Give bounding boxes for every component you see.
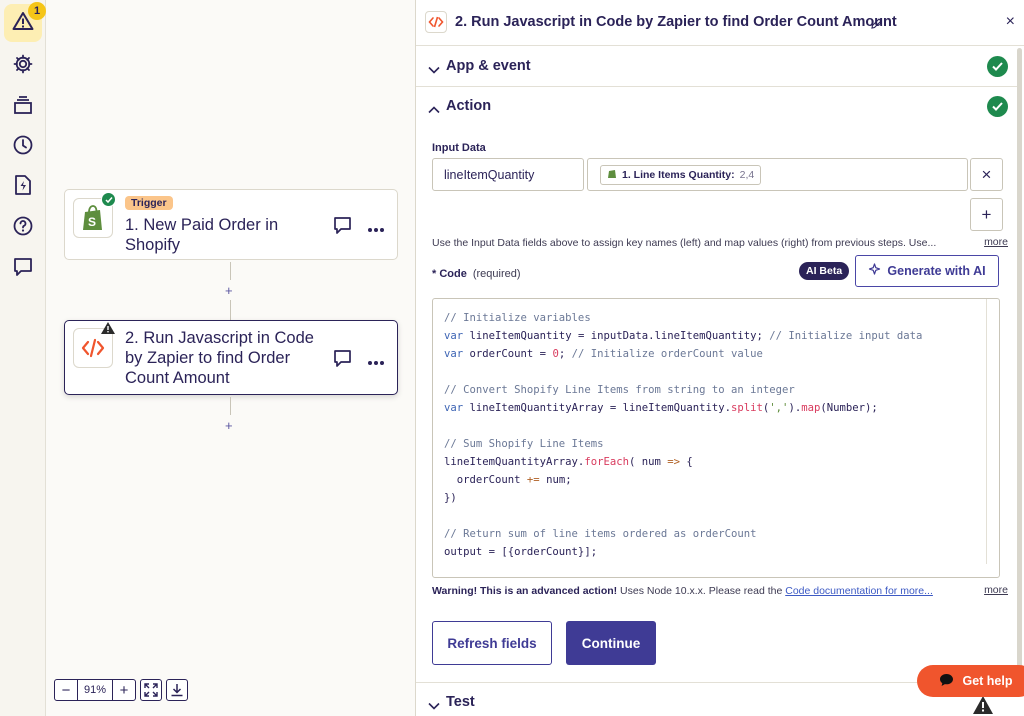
success-check-icon xyxy=(987,96,1008,117)
trigger-step-card[interactable]: S Trigger 1. New Paid Order in Shopify xyxy=(64,189,398,260)
remove-field-button[interactable]: × xyxy=(970,158,1003,191)
sparkle-icon xyxy=(868,263,881,279)
step-title: 2. Run Javascript in Code by Zapier to f… xyxy=(125,329,314,387)
input-data-label: Input Data xyxy=(432,142,486,154)
trigger-pill: Trigger xyxy=(125,196,173,210)
chat-bubble-icon xyxy=(939,673,954,690)
code-documentation-link[interactable]: Code documentation for more... xyxy=(785,585,933,597)
comments-button[interactable] xyxy=(4,250,42,288)
add-step-button[interactable]: + xyxy=(225,418,233,433)
success-check-icon xyxy=(101,192,116,207)
section-label: Action xyxy=(446,98,492,114)
help-button[interactable] xyxy=(4,209,42,247)
chevron-down-icon xyxy=(428,697,440,715)
panel-header: 2. Run Javascript in Code by Zapier to f… xyxy=(416,0,1024,46)
chip-label: 1. Line Items Quantity: xyxy=(622,169,735,181)
connector-line xyxy=(230,262,231,280)
refresh-fields-button[interactable]: Refresh fields xyxy=(432,621,552,665)
clock-icon xyxy=(12,134,34,161)
code-step-card[interactable]: 2. Run Javascript in Code by Zapier to f… xyxy=(64,320,398,395)
connector-line xyxy=(230,397,231,415)
expand-icon xyxy=(144,683,158,697)
panel-scrollbar[interactable] xyxy=(1017,48,1022,668)
comment-icon[interactable] xyxy=(333,216,353,241)
code-editor[interactable]: // Initialize variables var lineItemQuan… xyxy=(432,298,1000,578)
section-app-event[interactable]: App & event xyxy=(416,47,1018,87)
zoom-in-button[interactable]: + xyxy=(113,680,135,700)
step-title: 1. New Paid Order in Shopify xyxy=(125,216,279,254)
zoom-out-button[interactable]: − xyxy=(55,680,77,700)
zoom-controls: − 91% + xyxy=(54,679,188,701)
zap-file-icon xyxy=(13,174,33,201)
more-options-icon[interactable] xyxy=(367,353,385,371)
chevron-up-icon xyxy=(428,101,440,119)
svg-text:S: S xyxy=(88,215,96,229)
code-editor-scrollbar[interactable] xyxy=(986,299,999,564)
fit-to-view-button[interactable] xyxy=(140,679,162,701)
more-options-icon[interactable] xyxy=(367,220,385,238)
warning-icon xyxy=(972,695,994,716)
warning-icon xyxy=(100,321,116,340)
code-field-label: * Code (required) xyxy=(432,268,521,280)
comment-icon[interactable] xyxy=(333,349,353,374)
shopify-app-icon xyxy=(607,168,617,182)
ai-beta-badge: AI Beta xyxy=(799,262,850,280)
advanced-action-warning: Warning! This is an advanced action! Use… xyxy=(432,585,933,597)
chevron-down-icon xyxy=(428,61,440,79)
versions-button[interactable] xyxy=(4,88,42,126)
section-label: Test xyxy=(446,694,475,710)
zoom-level: 91% xyxy=(77,680,113,700)
more-link[interactable]: more xyxy=(984,236,1008,248)
chip-value: 2,4 xyxy=(739,169,755,181)
layers-icon xyxy=(12,95,34,120)
panel-title[interactable]: 2. Run Javascript in Code by Zapier to f… xyxy=(455,14,897,30)
alert-count-badge: 1 xyxy=(28,2,46,20)
mapped-value-chip[interactable]: 1. Line Items Quantity: 2,4 xyxy=(600,165,762,185)
get-help-button[interactable]: Get help xyxy=(917,665,1024,697)
generate-with-ai-button[interactable]: Generate with AI xyxy=(855,255,999,287)
step-editor-panel: 2. Run Javascript in Code by Zapier to f… xyxy=(415,0,1024,716)
section-label: App & event xyxy=(446,58,531,74)
code-app-icon xyxy=(425,11,447,33)
left-sidebar: 1 xyxy=(0,0,46,716)
gear-icon xyxy=(12,53,34,80)
settings-button[interactable] xyxy=(4,47,42,85)
add-field-button[interactable]: + xyxy=(970,198,1003,231)
add-step-button[interactable]: + xyxy=(225,283,233,298)
close-panel-button[interactable]: × xyxy=(1006,13,1015,31)
history-button[interactable] xyxy=(4,128,42,166)
download-icon xyxy=(171,684,183,697)
connector-line xyxy=(230,300,231,320)
zap-canvas[interactable]: S Trigger 1. New Paid Order in Shopify +… xyxy=(47,0,414,716)
more-link[interactable]: more xyxy=(984,584,1008,596)
success-check-icon xyxy=(987,56,1008,77)
input-key-field[interactable]: lineItemQuantity xyxy=(432,158,584,191)
download-button[interactable] xyxy=(166,679,188,701)
section-action[interactable]: Action xyxy=(416,87,1018,127)
comment-icon xyxy=(12,256,34,283)
input-data-help-text: Use the Input Data fields above to assig… xyxy=(432,237,937,249)
zap-details-button[interactable] xyxy=(4,168,42,206)
input-value-field[interactable]: 1. Line Items Quantity: 2,4 xyxy=(587,158,968,191)
alerts-button[interactable]: 1 xyxy=(4,2,46,42)
help-icon xyxy=(12,215,34,242)
edit-pencil-icon[interactable] xyxy=(871,16,882,34)
continue-button[interactable]: Continue xyxy=(566,621,656,665)
